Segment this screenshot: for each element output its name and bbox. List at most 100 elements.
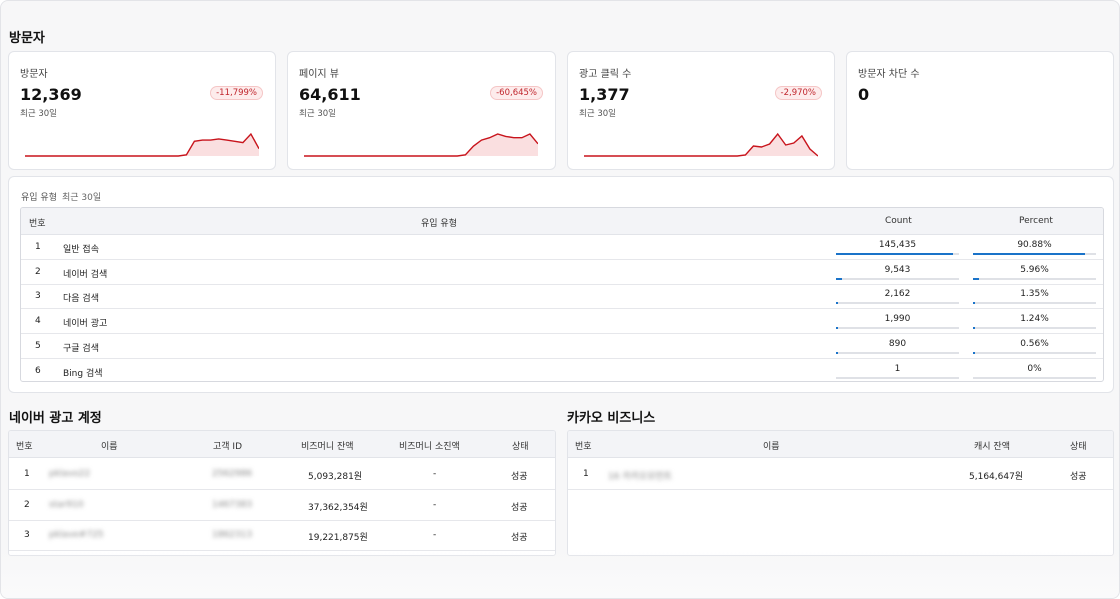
- kakao-business-table: 번호 이름 캐시 잔액 상태 1 16 카카오모먼트 5,164,647원 성공: [567, 430, 1114, 556]
- col-header-percent[interactable]: Percent: [1019, 216, 1053, 226]
- bizmoney-spent: -: [433, 499, 437, 510]
- percent-bar-track: [973, 351, 1096, 354]
- bizmoney-spent: -: [433, 469, 437, 479]
- kpi-card-ad-clicks: 광고 클릭 수 1,377 최근 30일 -2,970%: [567, 51, 835, 170]
- count-bar-track: [836, 327, 959, 330]
- row-inflow-type: 다음 검색: [63, 294, 99, 305]
- count-bar-track: [836, 277, 959, 280]
- section-title-kakao: 카카오 비즈니스: [567, 411, 656, 426]
- dashboard-frame: 방문자 방문자 12,369 최근 30일 -11,799% 페이지 뷰 64,…: [0, 0, 1120, 599]
- table-row: 1 pklavo22 2562986 5,093,281원 - 성공: [9, 459, 555, 490]
- percent-bar-fill: [973, 351, 975, 354]
- kpi-change-badge: -2,970%: [774, 86, 822, 100]
- percent-bar-fill: [973, 277, 979, 280]
- row-inflow-type: 네이버 광고: [63, 319, 108, 330]
- kpi-card-pageviews: 페이지 뷰 64,611 최근 30일 -60,645%: [287, 51, 556, 170]
- count-value: 1: [894, 363, 901, 374]
- table-row: 2 네이버 검색 9,543 5.96%: [21, 260, 1103, 285]
- table-row: 2 star910 1467383 37,362,354원 - 성공: [9, 490, 555, 521]
- count-bar-track: [836, 351, 959, 354]
- status-text: 성공: [511, 533, 528, 543]
- kpi-period: 최근 30일: [299, 109, 336, 119]
- col-header-status[interactable]: 상태: [1070, 439, 1087, 452]
- col-header-name[interactable]: 이름: [763, 439, 780, 452]
- sparkline-chart: [25, 132, 259, 157]
- count-bar-fill: [836, 277, 842, 280]
- account-name: pklave#725: [49, 530, 104, 540]
- kpi-label: 페이지 뷰: [299, 69, 339, 80]
- customer-id: 2562986: [212, 469, 253, 479]
- count-value: 9,543: [884, 264, 911, 275]
- row-number: 1: [24, 469, 30, 479]
- row-number: 3: [24, 530, 30, 540]
- percent-cell: 1.35%: [973, 287, 1096, 305]
- row-number: 1: [35, 242, 41, 252]
- table-row: 4 네이버 광고 1,990 1.24%: [21, 309, 1103, 335]
- section-title-visitor: 방문자: [9, 31, 45, 46]
- count-bar-track: [836, 302, 959, 305]
- kpi-change-badge: -11,799%: [210, 86, 263, 100]
- col-header-bizmoney-spent[interactable]: 비즈머니 소진액: [399, 439, 460, 452]
- section-title-naver: 네이버 광고 계정: [9, 411, 102, 426]
- row-number: 2: [35, 266, 41, 277]
- bottom-fade: [1, 550, 1119, 598]
- percent-cell: 0%: [973, 362, 1096, 380]
- table-row: 3 pklave#725 1862313 19,221,875원 - 성공: [9, 520, 555, 551]
- table-row: 6 Bing 검색 1 0%: [21, 359, 1103, 382]
- inflow-table: 번호 유입 유형 Count Percent 1 일반 접속 145,435 90.8…: [20, 207, 1104, 382]
- inflow-table-header: 번호 유입 유형 Count Percent: [21, 208, 1103, 235]
- table-row: 1 일반 접속 145,435 90.88%: [21, 235, 1103, 260]
- count-cell: 1,990: [836, 312, 959, 330]
- row-inflow-type: 일반 접속: [63, 245, 99, 255]
- percent-value: 1.24%: [1020, 314, 1049, 325]
- kpi-label: 방문자: [20, 69, 48, 80]
- kpi-value: 1,377: [579, 85, 630, 104]
- naver-table-header: 번호 이름 고객 ID 비즈머니 잔액 비즈머니 소진액 상태: [9, 431, 555, 458]
- count-cell: 2,162: [836, 287, 959, 305]
- sparkline-area: [304, 134, 538, 156]
- percent-value: 0.56%: [1020, 338, 1049, 349]
- count-cell: 9,543: [836, 263, 959, 281]
- col-header-bizmoney-balance[interactable]: 비즈머니 잔액: [301, 439, 354, 452]
- count-bar-fill: [836, 302, 838, 305]
- sparkline-area: [25, 134, 259, 156]
- count-bar-fill: [836, 327, 838, 330]
- kpi-change-badge: -60,645%: [490, 86, 543, 100]
- kpi-value: 64,611: [299, 85, 361, 104]
- percent-bar-track: [973, 253, 1096, 255]
- percent-bar-track: [973, 376, 1096, 379]
- col-header-no[interactable]: 번호: [16, 439, 33, 452]
- table-row: 1 16 카카오모먼트 5,164,647원 성공: [568, 459, 1113, 490]
- row-number: 4: [35, 316, 41, 327]
- inflow-title: 유입 유형 최근 30일: [21, 190, 101, 203]
- col-header-no[interactable]: 번호: [29, 216, 46, 229]
- col-header-cash-balance[interactable]: 캐시 잔액: [974, 439, 1010, 452]
- kpi-value: 12,369: [20, 85, 82, 104]
- kpi-period: 최근 30일: [20, 109, 57, 119]
- status-text: 성공: [1070, 472, 1087, 482]
- inflow-period: 최근 30일: [61, 193, 102, 203]
- row-number: 2: [24, 499, 30, 510]
- col-header-status[interactable]: 상태: [512, 439, 529, 452]
- bizmoney-balance: 37,362,354원: [308, 502, 368, 513]
- kpi-value: 0: [858, 85, 870, 104]
- sparkline-chart: [304, 133, 538, 157]
- row-number: 1: [583, 469, 589, 479]
- count-value: 2,162: [884, 289, 911, 300]
- count-cell: 890: [836, 337, 959, 355]
- table-row: 5 구글 검색 890 0.56%: [21, 334, 1103, 359]
- sparkline-chart: [584, 132, 818, 157]
- naver-accounts-table: 번호 이름 고객 ID 비즈머니 잔액 비즈머니 소진액 상태 1 pklavo2…: [8, 430, 556, 556]
- status-text: 성공: [511, 472, 528, 482]
- count-bar-fill: [836, 253, 953, 255]
- percent-bar-track: [973, 302, 1096, 305]
- col-header-name[interactable]: 이름: [101, 439, 118, 452]
- sparkline-area: [584, 134, 818, 156]
- col-header-count[interactable]: Count: [885, 216, 912, 226]
- col-header-customer-id[interactable]: 고객 ID: [213, 439, 242, 452]
- col-header-type[interactable]: 유입 유형: [421, 216, 457, 229]
- col-header-no[interactable]: 번호: [575, 439, 592, 452]
- percent-value: 90.88%: [1017, 240, 1052, 250]
- count-cell: 145,435: [836, 238, 959, 256]
- row-inflow-type: Bing 검색: [63, 368, 103, 379]
